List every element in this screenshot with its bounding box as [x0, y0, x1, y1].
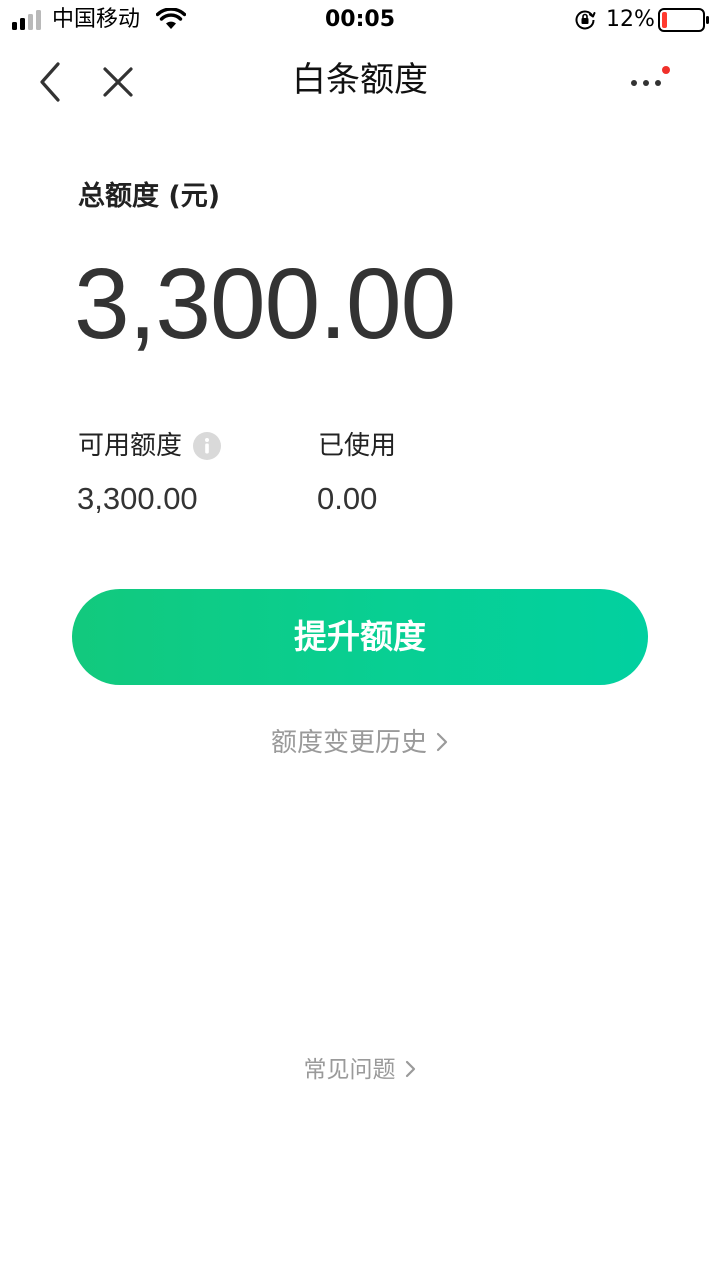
close-icon[interactable] — [98, 62, 138, 102]
total-limit-amount: 3,300.00 — [74, 248, 456, 360]
raise-limit-button[interactable]: 提升额度 — [72, 589, 648, 685]
carrier-name: 中国移动 — [52, 7, 141, 32]
limit-history-link[interactable]: 额度变更历史 — [0, 724, 720, 762]
status-bar: 中国移动 00:05 12% — [0, 0, 720, 40]
battery-percent: 12% — [606, 7, 655, 32]
available-limit-label: 可用额度 — [78, 431, 183, 461]
more-dots-icon[interactable] — [622, 62, 674, 102]
notification-dot — [662, 66, 670, 74]
faq-link[interactable]: 常见问题 — [0, 1052, 720, 1088]
wifi-icon — [156, 8, 186, 29]
chevron-right-icon — [436, 732, 448, 751]
page-title: 白条额度 — [292, 60, 428, 100]
total-limit-label: 总额度 (元) — [78, 181, 221, 212]
battery-fill — [662, 12, 667, 28]
nav-bar: 白条额度 — [0, 40, 720, 124]
orientation-lock-icon — [575, 10, 596, 30]
faq-label: 常见问题 — [303, 1057, 396, 1083]
limit-history-label: 额度变更历史 — [270, 728, 427, 758]
chevron-right-icon — [405, 1060, 415, 1077]
back-chevron-icon[interactable] — [30, 60, 70, 104]
battery-icon — [658, 8, 709, 32]
signal-icon — [12, 10, 41, 30]
available-limit-value: 3,300.00 — [77, 481, 198, 516]
info-icon[interactable] — [193, 432, 221, 460]
used-limit-value: 0.00 — [317, 481, 378, 516]
used-limit-label: 已使用 — [318, 431, 397, 461]
